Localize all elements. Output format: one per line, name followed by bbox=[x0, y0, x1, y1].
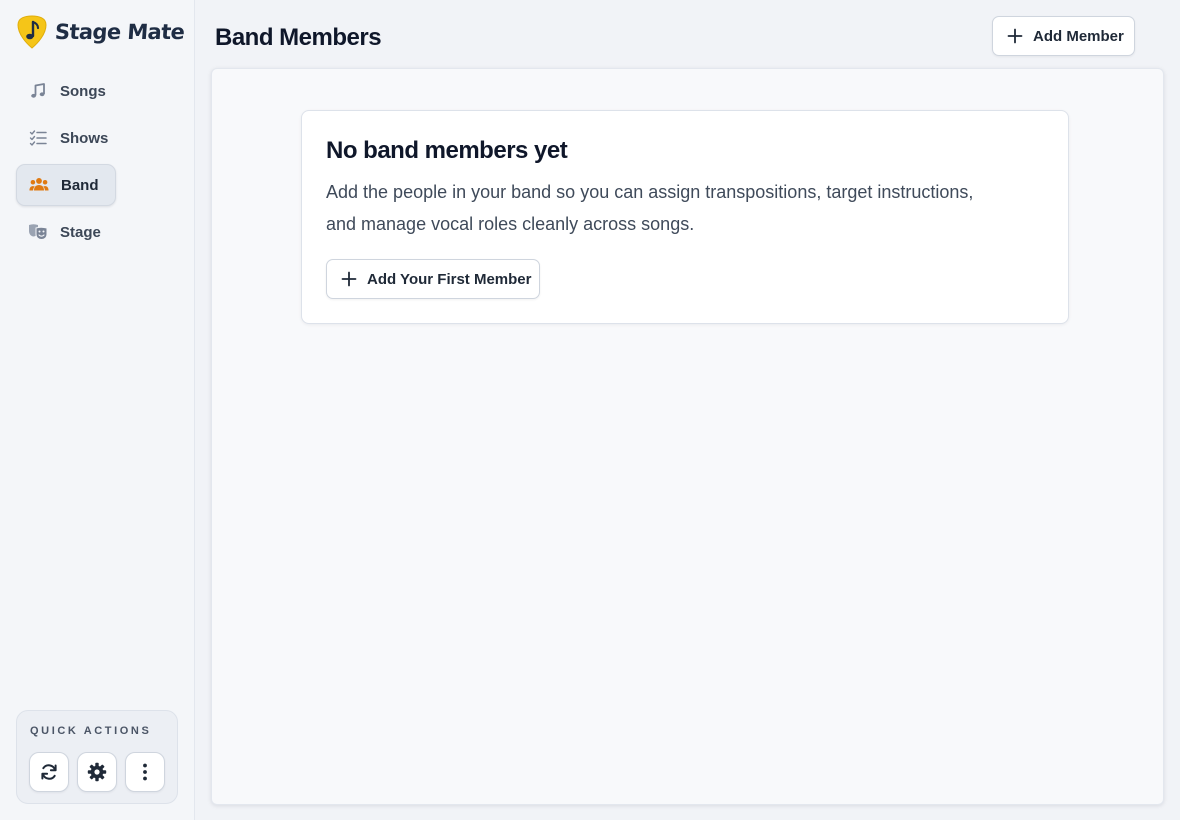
theater-masks-icon bbox=[28, 222, 48, 242]
more-vertical-icon bbox=[143, 763, 147, 781]
music-note-icon bbox=[28, 81, 48, 101]
page-title: Band Members bbox=[215, 24, 382, 51]
app-name: Stage Mate bbox=[54, 20, 186, 44]
sidebar-item-label: Shows bbox=[60, 129, 109, 147]
add-first-member-label: Add Your First Member bbox=[367, 270, 532, 288]
gear-icon bbox=[87, 762, 107, 782]
sidebar-item-label: Stage bbox=[60, 223, 101, 241]
empty-state-card: No band members yet Add the people in yo… bbox=[301, 110, 1069, 324]
sidebar-item-label: Band bbox=[61, 176, 99, 194]
settings-button[interactable] bbox=[77, 752, 117, 792]
add-first-member-button[interactable]: Add Your First Member bbox=[326, 259, 540, 299]
empty-state-description: Add the people in your band so you can a… bbox=[326, 182, 974, 234]
sidebar-item-songs[interactable]: Songs bbox=[16, 70, 178, 112]
refresh-icon bbox=[41, 764, 57, 780]
sidebar-item-shows[interactable]: Shows bbox=[16, 117, 178, 159]
sidebar-item-label: Songs bbox=[60, 82, 106, 100]
guitar-pick-music-logo-icon bbox=[17, 15, 47, 49]
plus-icon bbox=[1007, 28, 1023, 44]
quick-actions-panel: QUICK ACTIONS bbox=[16, 710, 178, 804]
checklist-icon bbox=[28, 128, 48, 148]
quick-actions-title: QUICK ACTIONS bbox=[30, 725, 152, 737]
quick-actions-buttons bbox=[29, 752, 165, 792]
users-icon bbox=[29, 175, 49, 195]
add-member-button[interactable]: Add Member bbox=[992, 16, 1135, 56]
app-logo[interactable]: Stage Mate bbox=[17, 14, 186, 50]
sidebar-item-band[interactable]: Band bbox=[16, 164, 116, 206]
more-options-button[interactable] bbox=[125, 752, 165, 792]
sidebar-item-stage[interactable]: Stage bbox=[16, 211, 178, 253]
add-member-label: Add Member bbox=[1033, 27, 1124, 45]
sidebar: Stage Mate Songs Shows Band Stage QUICK … bbox=[0, 0, 195, 820]
plus-icon bbox=[341, 271, 357, 287]
empty-state-title: No band members yet bbox=[326, 137, 568, 164]
sidebar-nav: Songs Shows Band Stage bbox=[16, 70, 178, 258]
main-panel: No band members yet Add the people in yo… bbox=[211, 68, 1164, 805]
refresh-button[interactable] bbox=[29, 752, 69, 792]
